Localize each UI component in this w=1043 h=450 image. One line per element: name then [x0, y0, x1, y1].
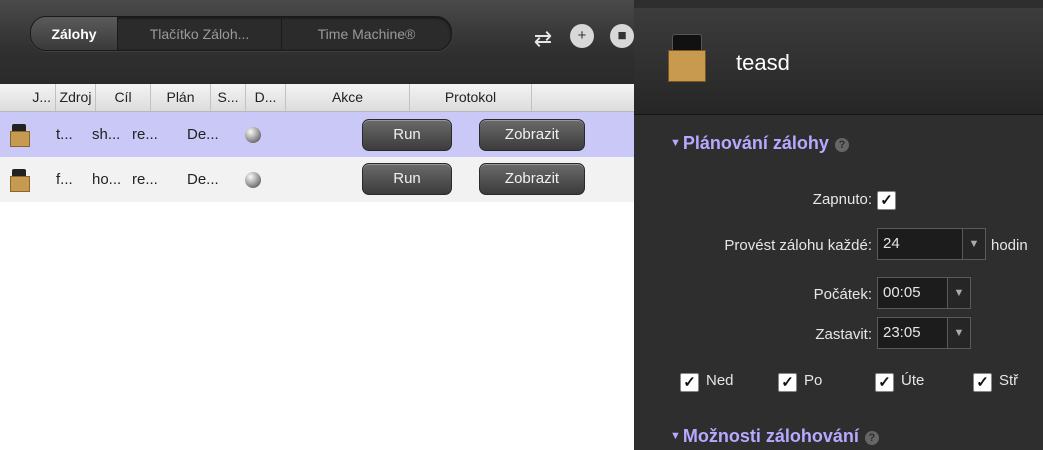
cell-source: ho... [92, 171, 122, 188]
chevron-down-icon[interactable]: ▼ [947, 318, 970, 348]
day-label-wed: Stř [999, 372, 1019, 389]
chevron-down-icon[interactable]: ▼ [962, 229, 985, 259]
day-label-sun: Ned [706, 372, 734, 389]
cell-target: re... [132, 126, 158, 143]
package-icon[interactable]: ■ [610, 24, 634, 48]
cell-plan: De... [187, 126, 219, 143]
tab-backups[interactable]: Zálohy [31, 17, 118, 50]
help-icon[interactable]: ? [864, 431, 879, 445]
cell-target: re... [132, 171, 158, 188]
table-header: J... Zdroj Cíl Plán S... D... Akce Proto… [0, 84, 634, 112]
backup-package-icon [8, 168, 30, 192]
col-status[interactable]: S... [211, 84, 246, 111]
col-log[interactable]: Protokol [410, 84, 532, 111]
every-value: 24 [883, 235, 900, 252]
backup-package-icon [664, 34, 708, 82]
status-indicator [245, 126, 261, 143]
detail-panel: teasd ▼ Plánování zálohy? Zapnuto: ✓ Prov… [634, 0, 1043, 450]
view-log-button[interactable]: Zobrazit [479, 119, 585, 151]
day-label-mon: Po [804, 372, 823, 389]
col-plan[interactable]: Plán [151, 84, 211, 111]
tab-time-machine[interactable]: Time Machine® [282, 17, 451, 50]
panel-title: teasd [736, 50, 790, 75]
section-options-title: Možnosti zálohování [682, 426, 859, 446]
stop-label: Zastavit: [815, 326, 872, 343]
every-label: Provést zálohu každé: [724, 237, 872, 254]
refresh-icon[interactable]: ⇄ [530, 26, 556, 52]
day-checkbox-sun[interactable]: ✓ [680, 373, 699, 392]
enabled-checkbox[interactable]: ✓ [877, 191, 896, 210]
cell-name: t... [56, 126, 73, 143]
help-icon[interactable]: ? [834, 138, 849, 152]
status-indicator [245, 171, 261, 188]
every-select[interactable]: 24 ▼ [877, 228, 986, 260]
col-empty [532, 84, 634, 111]
stop-select[interactable]: 23:05 ▼ [877, 317, 971, 349]
backup-package-icon [8, 123, 30, 147]
day-checkbox-tue[interactable]: ✓ [875, 373, 894, 392]
view-log-button[interactable]: Zobrazit [479, 163, 585, 195]
chevron-down-icon[interactable]: ▼ [947, 278, 970, 308]
run-button[interactable]: Run [362, 119, 452, 151]
col-source[interactable]: Zdroj [56, 84, 96, 111]
tab-backup-button[interactable]: Tlačítko Záloh... [118, 17, 282, 50]
every-unit: hodin [991, 237, 1028, 254]
col-date[interactable]: D... [246, 84, 286, 111]
start-label: Počátek: [813, 286, 872, 303]
cell-plan: De... [187, 171, 219, 188]
toolbar: Zálohy Tlačítko Záloh... Time Machine® ⇄… [0, 0, 634, 84]
cell-name: f... [56, 171, 73, 188]
cell-source: sh... [92, 126, 121, 143]
collapse-triangle-icon[interactable]: ▼ [670, 137, 681, 149]
add-package-icon[interactable]: + [570, 24, 594, 48]
stop-value: 23:05 [883, 324, 921, 341]
col-name[interactable]: J... [0, 84, 56, 111]
day-label-tue: Úte [901, 372, 925, 389]
section-options[interactable]: ▼ Možnosti zálohování? [670, 426, 879, 447]
panel-header: teasd [634, 8, 1043, 115]
section-schedule[interactable]: ▼ Plánování zálohy? [670, 133, 849, 154]
start-value: 00:05 [883, 284, 921, 301]
day-checkbox-mon[interactable]: ✓ [778, 373, 797, 392]
day-checkbox-wed[interactable]: ✓ [973, 373, 992, 392]
col-action[interactable]: Akce [286, 84, 410, 111]
start-select[interactable]: 00:05 ▼ [877, 277, 971, 309]
section-schedule-title: Plánování zálohy [682, 133, 829, 153]
run-button[interactable]: Run [362, 163, 452, 195]
enabled-label: Zapnuto: [812, 191, 872, 208]
collapse-triangle-icon[interactable]: ▼ [670, 430, 681, 442]
col-target[interactable]: Cíl [96, 84, 151, 111]
tab-bar: Zálohy Tlačítko Záloh... Time Machine® [30, 16, 452, 51]
